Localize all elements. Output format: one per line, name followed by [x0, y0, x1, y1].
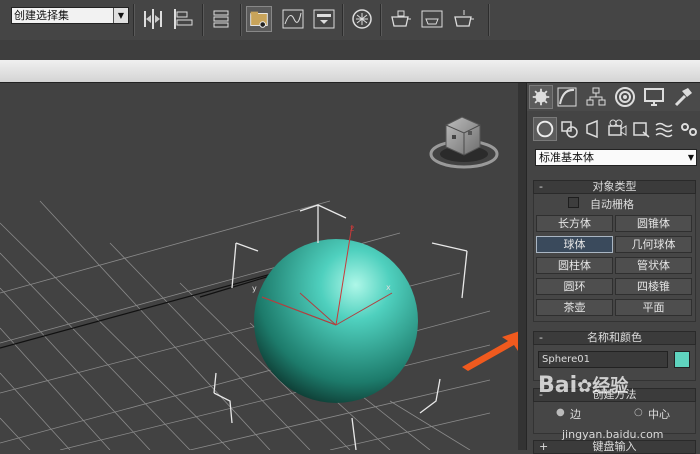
motion-tab-icon[interactable]	[613, 85, 637, 109]
selection-set-dropdown[interactable]: 创建选择集 ▼	[11, 7, 129, 24]
radio-edge-dot[interactable]: ●	[556, 407, 565, 418]
create-tab-icon[interactable]	[529, 85, 553, 109]
pyramid-button[interactable]: 四棱锥	[615, 278, 692, 295]
sphere-object	[254, 239, 418, 403]
watermark-logo: Bai✿经验	[538, 372, 628, 398]
watermark-url: jingyan.baidu.com	[562, 428, 664, 441]
toolbar-separator	[240, 4, 241, 36]
schematic-view-icon[interactable]	[311, 6, 337, 32]
viewport-divider[interactable]	[518, 83, 526, 450]
geometry-category-icon[interactable]	[533, 117, 557, 141]
autogrid-checkbox[interactable]	[568, 197, 579, 208]
keyboard-entry-rollout-header[interactable]: + 键盘输入	[533, 440, 696, 454]
collapse-icon[interactable]: -	[539, 332, 543, 344]
axis-label-y: y	[252, 284, 257, 293]
keyboard-entry-title: 键盘输入	[592, 440, 637, 453]
geosphere-button[interactable]: 几何球体	[615, 236, 692, 253]
perspective-viewport[interactable]: z y x	[0, 83, 518, 450]
ribbon-bar	[0, 60, 700, 83]
name-color-title: 名称和颜色	[587, 331, 642, 344]
teapot-button[interactable]: 茶壶	[536, 299, 613, 316]
material-editor-icon[interactable]	[349, 6, 375, 32]
viewport-canvas: z y x	[0, 116, 518, 450]
helpers-category-icon[interactable]	[629, 117, 653, 141]
cylinder-button[interactable]: 圆柱体	[536, 257, 613, 274]
hierarchy-tab-icon[interactable]	[584, 85, 608, 109]
collapse-icon[interactable]: -	[539, 181, 543, 193]
viewcube-icon	[429, 116, 499, 169]
cameras-category-icon[interactable]	[605, 117, 629, 141]
display-tab-icon[interactable]	[642, 85, 666, 109]
torus-button[interactable]: 圆环	[536, 278, 613, 295]
object-category-value: 标准基本体	[539, 151, 594, 164]
cone-button[interactable]: 圆锥体	[615, 215, 692, 232]
rendered-frame-icon[interactable]	[419, 6, 445, 32]
toolbar-separator	[202, 4, 203, 36]
mirror-icon[interactable]	[140, 6, 166, 32]
chevron-down-icon[interactable]: ▼	[113, 8, 128, 23]
utilities-tab-icon[interactable]	[671, 85, 695, 109]
radio-center-label: 中心	[648, 408, 670, 421]
toolbar-separator	[133, 4, 134, 36]
toolbar-separator	[488, 4, 489, 36]
toolbar-separator	[342, 4, 343, 36]
lights-category-icon[interactable]	[581, 117, 605, 141]
watermark-brand: Bai	[538, 373, 578, 398]
object-name-field[interactable]: Sphere01	[538, 351, 668, 368]
object-type-rollout: 自动栅格 长方体 圆锥体 球体 几何球体 圆柱体 管状体 圆环 四棱锥 茶壶 平…	[533, 194, 696, 322]
axis-label-z: z	[350, 224, 354, 233]
render-setup-icon[interactable]	[388, 6, 414, 32]
curve-editor-icon[interactable]	[280, 6, 306, 32]
sphere-button[interactable]: 球体	[536, 236, 613, 253]
command-panel-tabs	[527, 83, 700, 111]
chevron-down-icon[interactable]: ▼	[688, 150, 694, 165]
radio-edge-label: 边	[570, 408, 581, 421]
shapes-category-icon[interactable]	[557, 117, 581, 141]
plane-button[interactable]: 平面	[615, 299, 692, 316]
radio-center-dot[interactable]: ○	[634, 407, 643, 418]
watermark-paw-icon: ✿	[577, 376, 593, 397]
object-type-rollout-header[interactable]: - 对象类型	[533, 180, 696, 194]
systems-category-icon[interactable]	[677, 117, 700, 141]
tube-button[interactable]: 管状体	[615, 257, 692, 274]
object-color-swatch[interactable]	[674, 351, 690, 368]
selection-set-value: 创建选择集	[14, 9, 69, 22]
main-toolbar: 创建选择集 ▼	[0, 0, 700, 41]
autogrid-label: 自动栅格	[590, 198, 634, 211]
align-icon[interactable]	[170, 6, 196, 32]
toolbar-strip	[0, 40, 700, 60]
arrow-annotation	[462, 331, 518, 371]
object-type-title: 对象类型	[592, 180, 637, 193]
name-color-rollout-header[interactable]: - 名称和颜色	[533, 331, 696, 345]
axis-label-x: x	[386, 283, 391, 292]
space-warps-category-icon[interactable]	[653, 117, 677, 141]
watermark-brand2: 经验	[592, 376, 629, 397]
scene-explorer-icon[interactable]	[246, 6, 272, 32]
object-category-dropdown[interactable]: 标准基本体 ▼	[535, 149, 697, 166]
render-icon[interactable]	[451, 6, 477, 32]
layer-manager-icon[interactable]	[209, 6, 235, 32]
box-button[interactable]: 长方体	[536, 215, 613, 232]
toolbar-separator	[380, 4, 381, 36]
modify-tab-icon[interactable]	[555, 85, 579, 109]
expand-icon[interactable]: +	[539, 441, 548, 453]
